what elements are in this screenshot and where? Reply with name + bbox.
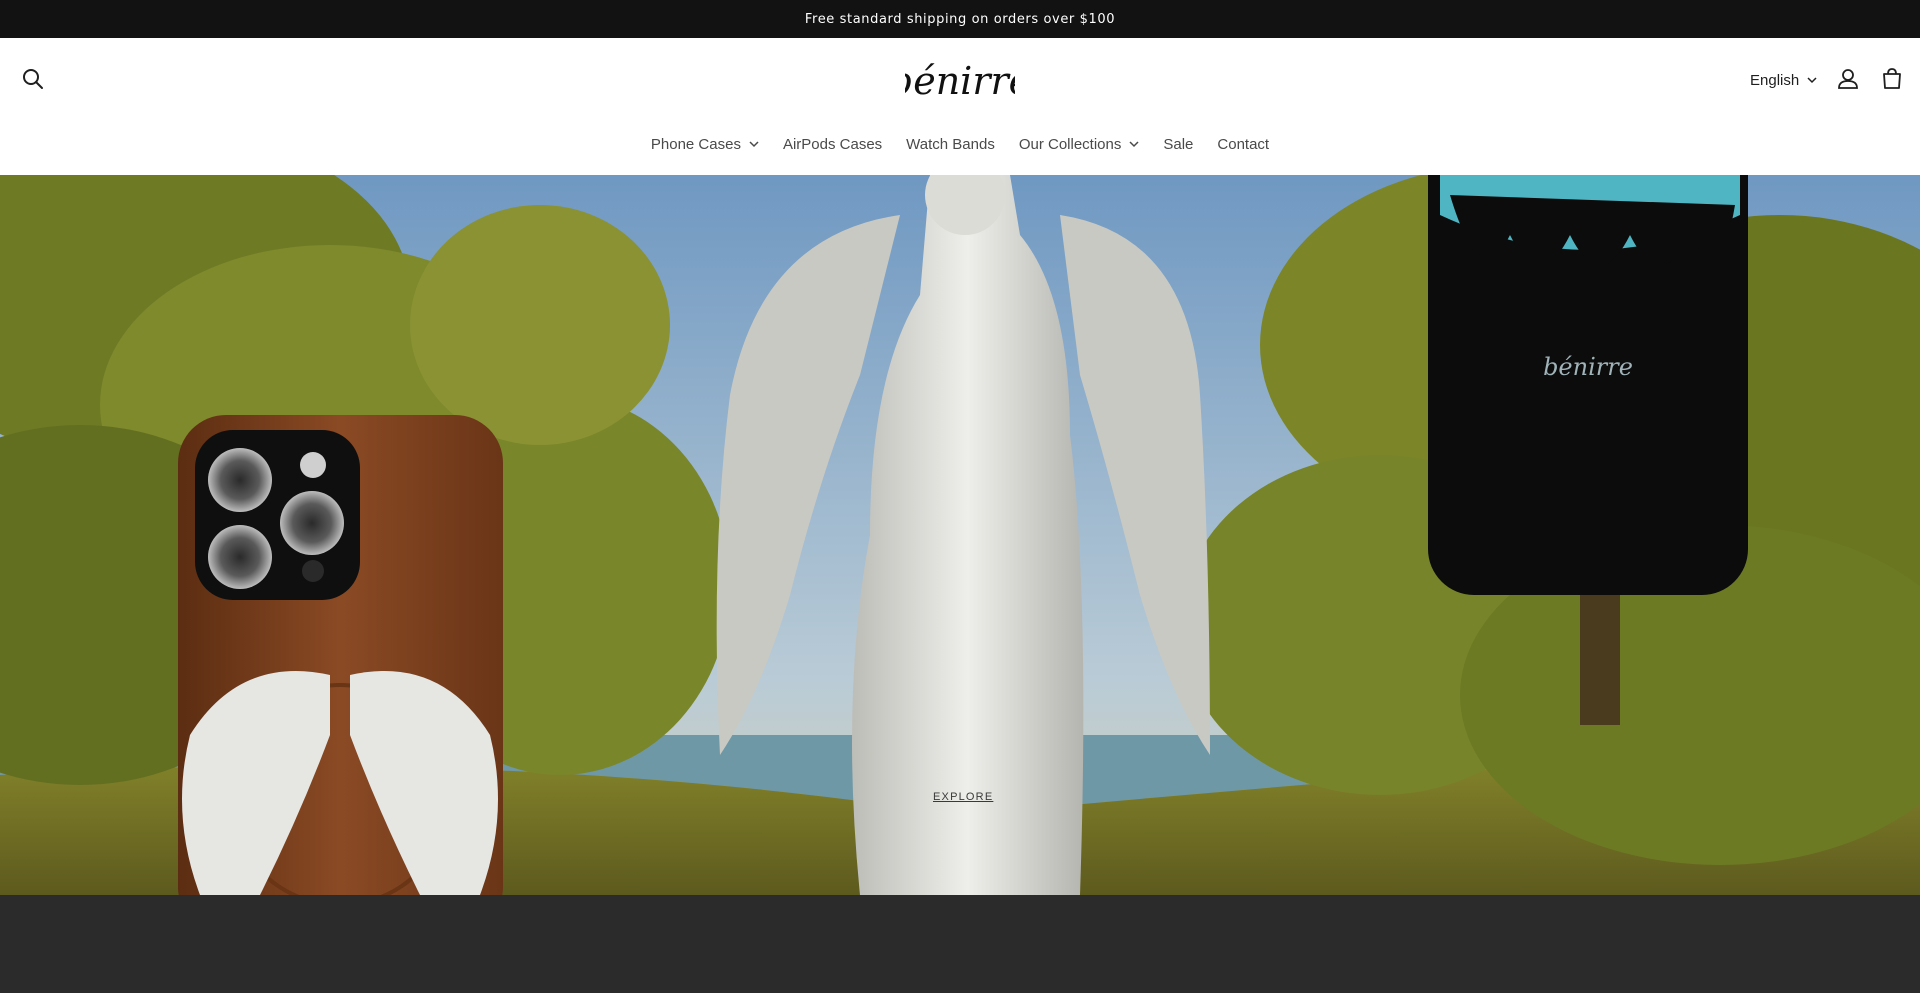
explore-link[interactable]: EXPLORE xyxy=(933,791,993,807)
main-nav: Phone Cases AirPods Cases Watch Bands Ou… xyxy=(0,130,1920,158)
language-label: English xyxy=(1750,71,1800,89)
logo-text: bénirre xyxy=(905,59,1015,103)
nav-item-contact[interactable]: Contact xyxy=(1217,136,1269,153)
site-header: bénirre English Phone Cases AirPods Case… xyxy=(0,38,1920,175)
chevron-down-icon xyxy=(749,141,759,148)
chevron-down-icon xyxy=(1129,141,1139,148)
nav-item-label: Contact xyxy=(1217,135,1270,153)
search-icon xyxy=(23,69,43,89)
account-button[interactable] xyxy=(1835,66,1861,92)
nav-item-label: Phone Cases xyxy=(650,135,741,153)
nav-item-label: AirPods Cases xyxy=(782,135,883,153)
search-button[interactable] xyxy=(20,66,46,92)
nav-item-phone-cases[interactable]: Phone Cases xyxy=(651,136,759,153)
nav-item-label: Sale xyxy=(1163,135,1194,153)
announcement-text: Free standard shipping on orders over $1… xyxy=(804,11,1116,27)
footer-band xyxy=(0,895,1920,993)
hero-image: bénirre xyxy=(0,175,1920,895)
cart-icon xyxy=(1883,68,1901,89)
case-logo-text: bénirre xyxy=(1543,353,1633,381)
nav-item-watch-bands[interactable]: Watch Bands xyxy=(906,136,995,153)
cart-button[interactable] xyxy=(1879,66,1905,92)
logo-link[interactable]: bénirre xyxy=(905,52,1015,108)
nav-item-our-collections[interactable]: Our Collections xyxy=(1019,136,1140,153)
account-icon xyxy=(1838,69,1858,89)
chevron-down-icon xyxy=(1807,77,1817,84)
hero-banner: bénirre EXPLORE xyxy=(0,175,1920,895)
nav-item-label: Watch Bands xyxy=(906,135,995,153)
announcement-bar: Free standard shipping on orders over $1… xyxy=(0,0,1920,38)
nav-item-airpods-cases[interactable]: AirPods Cases xyxy=(783,136,882,153)
nav-item-label: Our Collections xyxy=(1018,135,1122,153)
logo: bénirre xyxy=(0,52,1920,108)
language-selector[interactable]: English xyxy=(1750,70,1817,90)
nav-item-sale[interactable]: Sale xyxy=(1163,136,1193,153)
